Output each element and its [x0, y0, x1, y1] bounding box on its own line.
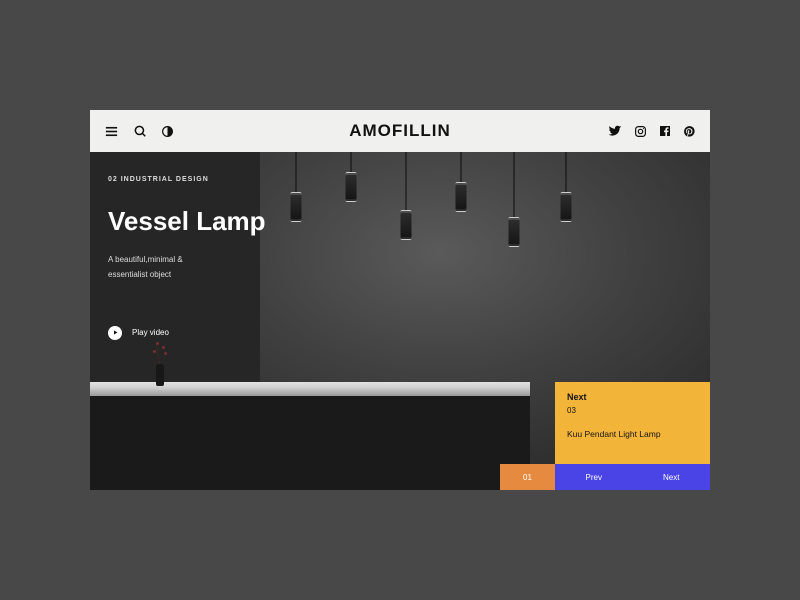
page-root: AMOFILLIN 02 INDUSTRIAL DESIGN Vessel La…	[90, 110, 710, 490]
hero-stage: 02 INDUSTRIAL DESIGN Vessel Lamp A beaut…	[90, 152, 710, 490]
brand-logo[interactable]: AMOFILLIN	[349, 110, 451, 152]
pendant-lamp	[560, 152, 571, 222]
category-eyebrow: 02 INDUSTRIAL DESIGN	[108, 176, 242, 183]
next-item-name: Kuu Pendant Light Lamp	[567, 429, 667, 441]
header-bar: AMOFILLIN	[90, 110, 710, 152]
pinterest-icon[interactable]	[683, 125, 696, 138]
next-number: 03	[567, 406, 698, 415]
pendant-lamp	[400, 152, 411, 240]
current-index: 01	[523, 473, 532, 482]
play-video-button[interactable]: Play video	[108, 326, 242, 340]
tagline-line-2: essentialist object	[108, 267, 242, 282]
tagline-line-1: A beautiful,minimal &	[108, 252, 242, 267]
contrast-icon[interactable]	[161, 125, 174, 138]
prev-next-bar: Prev Next	[555, 464, 710, 490]
facebook-icon[interactable]	[659, 125, 671, 137]
next-item-card[interactable]: Next 03 Kuu Pendant Light Lamp	[555, 382, 710, 464]
product-title: Vessel Lamp	[108, 207, 242, 236]
play-icon	[108, 326, 122, 340]
shelf-shadow	[90, 396, 530, 490]
pendant-lamp	[455, 152, 466, 212]
menu-icon[interactable]	[104, 124, 119, 139]
vase-decoration	[150, 342, 170, 386]
pendant-lamp	[508, 152, 519, 247]
instagram-icon[interactable]	[634, 125, 647, 138]
next-button[interactable]: Next	[663, 473, 679, 482]
pendant-lamp	[345, 152, 356, 202]
prev-button[interactable]: Prev	[586, 473, 602, 482]
twitter-icon[interactable]	[608, 124, 622, 138]
pendant-lamp	[290, 152, 301, 222]
search-icon[interactable]	[133, 124, 147, 138]
header-social	[608, 124, 696, 138]
play-video-label: Play video	[132, 328, 169, 337]
pagination-strip: 01 Prev Next	[500, 464, 710, 490]
next-label: Next	[567, 392, 698, 402]
product-tagline: A beautiful,minimal & essentialist objec…	[108, 252, 242, 282]
current-index-chip: 01	[500, 464, 555, 490]
header-left-tools	[104, 124, 174, 139]
